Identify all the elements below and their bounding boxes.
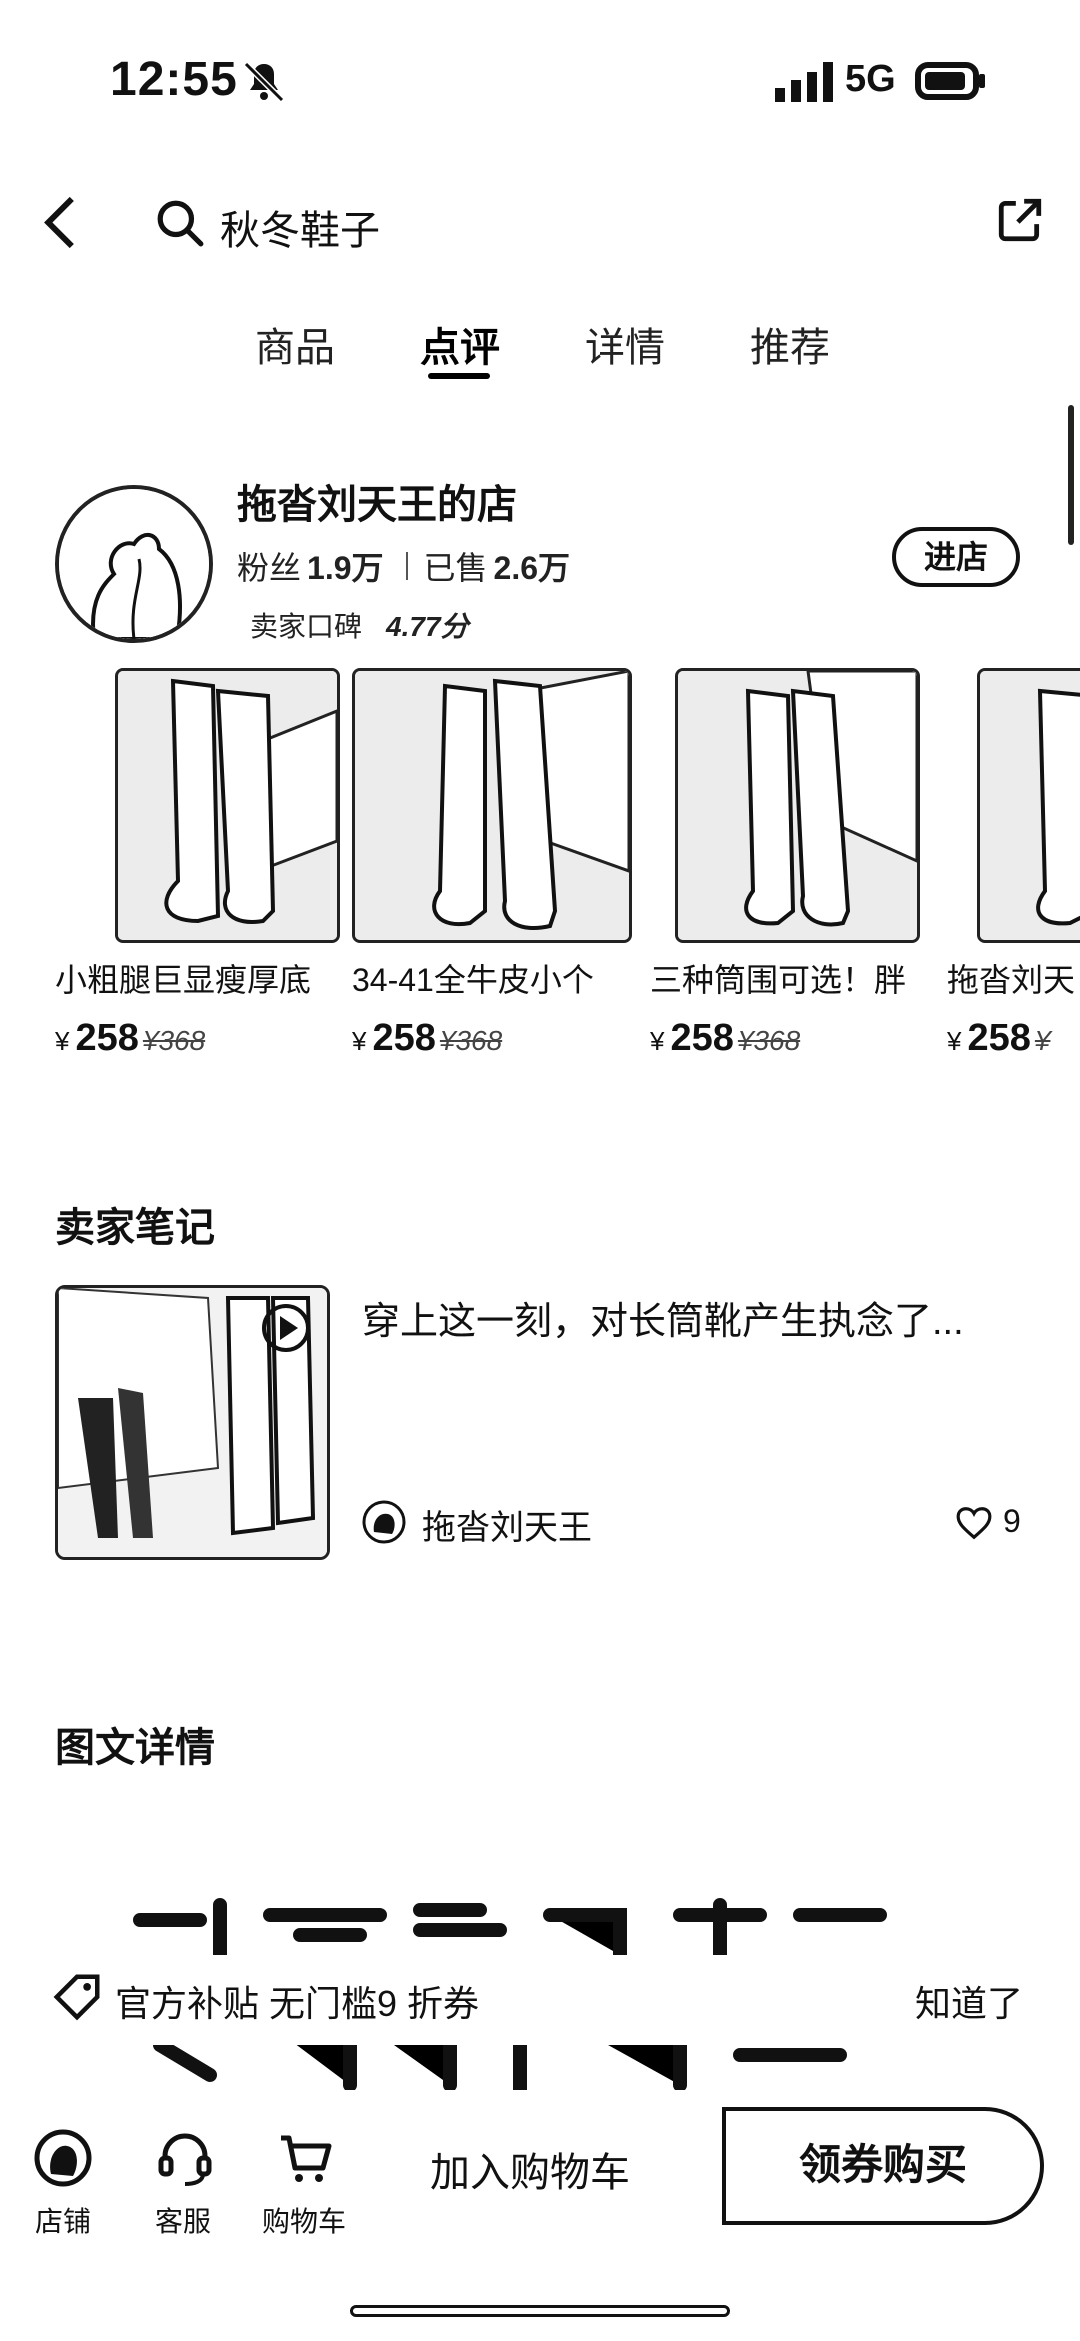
service-label[interactable]: 客服 <box>155 2200 211 2240</box>
home-indicator[interactable] <box>350 2305 730 2317</box>
share-icon[interactable] <box>995 195 1045 245</box>
tab-details[interactable]: 详情 <box>585 315 665 373</box>
active-tab-underline <box>428 373 490 379</box>
like-count: 9 <box>1003 1503 1021 1539</box>
shop-label[interactable]: 店铺 <box>35 2200 91 2240</box>
tab-bar: 商品 点评 详情 推荐 <box>0 315 1080 395</box>
product-image[interactable] <box>675 668 920 943</box>
search-input[interactable]: 秋冬鞋子 <box>220 198 380 256</box>
product-name: 34-41全牛皮小个 <box>352 962 594 998</box>
product-card[interactable]: 三种筒围可选！胖 ¥258 ¥368 <box>650 668 930 1060</box>
product-name: 三种筒围可选！胖 <box>650 962 907 998</box>
details-title: 图文详情 <box>55 1726 215 1770</box>
fans-count: 1.9万 <box>307 550 384 586</box>
original-price: ¥368 <box>439 1025 503 1056</box>
product-name: 拖沓刘天 <box>947 962 1076 998</box>
fans-label: 粉丝 <box>237 550 302 586</box>
tab-recommend[interactable]: 推荐 <box>750 315 830 373</box>
sold-label: 已售 <box>423 550 488 586</box>
seller-notes-title: 卖家笔记 <box>55 1206 215 1250</box>
promo-dismiss-button[interactable]: 知道了 <box>915 1975 1023 2027</box>
status-time: 12:55 <box>110 53 238 106</box>
product-price: ¥258 ¥368 <box>352 1017 503 1059</box>
heart-icon[interactable] <box>955 1505 993 1541</box>
add-to-cart-button[interactable]: 加入购物车 <box>430 2140 630 2198</box>
product-price: ¥258 ¥368 <box>650 1017 801 1059</box>
author-avatar <box>362 1500 406 1544</box>
product-card[interactable]: 小粗腿巨显瘦厚底 ¥258 ¥368 <box>55 668 340 1060</box>
network-type: 5G <box>845 58 896 100</box>
search-icon[interactable] <box>155 198 205 248</box>
tab-reviews[interactable]: 点评 <box>420 315 500 373</box>
note-thumbnail[interactable] <box>55 1285 330 1560</box>
original-price: ¥368 <box>142 1025 206 1056</box>
tab-products[interactable]: 商品 <box>255 315 335 373</box>
bell-muted-icon <box>243 61 285 103</box>
original-price: ¥ <box>1034 1025 1051 1056</box>
cart-icon[interactable] <box>275 2128 335 2188</box>
shop-name[interactable]: 拖沓刘天王的店 <box>237 472 517 530</box>
product-card[interactable]: 拖沓刘天 ¥258 ¥ <box>947 668 1080 1060</box>
rating-label: 卖家口碑 <box>250 611 363 642</box>
product-image[interactable] <box>352 668 632 943</box>
shop-avatar[interactable] <box>55 485 213 643</box>
product-price: ¥258 ¥368 <box>55 1017 206 1059</box>
promo-text: 官方补贴 无门槛9 折券 <box>115 1983 480 2024</box>
product-image[interactable] <box>115 668 340 943</box>
original-price: ¥368 <box>737 1025 801 1056</box>
battery-icon <box>915 62 985 100</box>
seller-rating: 卖家口碑 4.77分 <box>250 605 469 645</box>
scrollbar[interactable] <box>1068 405 1074 545</box>
claim-coupon-buy-button[interactable]: 领券购买 <box>722 2107 1044 2225</box>
note-title[interactable]: 穿上这一刻，对长筒靴产生执念了... <box>362 1290 964 1345</box>
product-price: ¥258 ¥ <box>947 1017 1051 1059</box>
enter-shop-button[interactable]: 进店 <box>892 527 1020 587</box>
cart-label[interactable]: 购物车 <box>262 2200 346 2240</box>
sold-count: 2.6万 <box>493 550 571 586</box>
product-card[interactable]: 34-41全牛皮小个 ¥258 ¥368 <box>352 668 632 1060</box>
shop-icon[interactable] <box>33 2128 93 2188</box>
back-icon[interactable] <box>40 195 80 250</box>
product-image[interactable] <box>977 668 1080 943</box>
product-name: 小粗腿巨显瘦厚底 <box>55 962 312 998</box>
signal-icon <box>775 62 833 102</box>
coupon-tag-icon <box>53 1974 100 2021</box>
note-author: 拖沓刘天王 <box>422 1509 592 1547</box>
headset-icon[interactable] <box>155 2128 215 2188</box>
rating-value: 4.77分 <box>386 611 469 642</box>
shop-stats: 粉丝 1.9万 已售 2.6万 <box>237 543 576 589</box>
stats-divider <box>405 552 408 580</box>
